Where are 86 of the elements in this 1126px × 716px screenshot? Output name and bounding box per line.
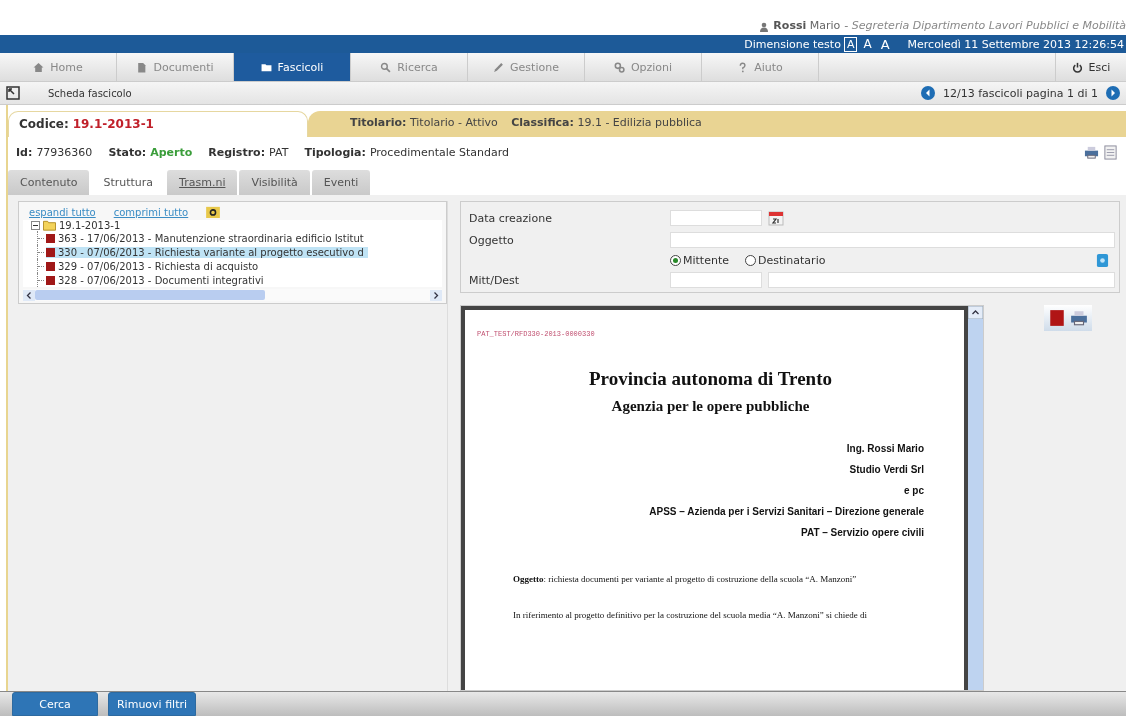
recipient-line: PAT – Servizio opere civili — [801, 527, 924, 538]
action-button[interactable]: Rimuovi filtri — [108, 692, 196, 716]
home-icon — [33, 61, 45, 73]
window-icon[interactable] — [6, 86, 20, 100]
folder-icon — [260, 61, 272, 73]
next-icon[interactable] — [1106, 86, 1120, 100]
field-label: Mitt/Dest — [469, 273, 521, 287]
radio-option[interactable]: Destinatario — [745, 253, 826, 267]
titolario-label: Titolario: — [350, 116, 407, 129]
horizontal-scrollbar[interactable] — [23, 289, 442, 301]
tree-item[interactable]: 363 - 17/06/2013 - Manutenzione straordinaria edificio Istitut — [46, 232, 368, 244]
text-size-button[interactable]: A — [860, 36, 875, 52]
subject-field[interactable] — [670, 232, 1115, 248]
detail-label: Stato: — [108, 146, 147, 159]
document-title: Provincia autonoma di Trento — [588, 368, 833, 390]
code-value: 19.1-2013-1 — [72, 117, 154, 131]
folder-search-icon[interactable] — [206, 206, 221, 218]
recipient-line: e pc — [904, 485, 924, 496]
recipient-line: APSS – Azienda per i Servizi Sanitari – Direzione generale — [649, 506, 924, 517]
sender-code-field[interactable] — [670, 272, 762, 288]
pencil-icon — [493, 61, 505, 73]
scroll-up-icon[interactable] — [968, 306, 983, 319]
logout-button[interactable]: Esci — [1056, 53, 1126, 81]
scroll-right-icon[interactable] — [430, 289, 442, 301]
detail-label: Id: — [16, 146, 33, 159]
tree-item[interactable]: 329 - 07/06/2013 - Richiesta di acquisto — [46, 260, 263, 272]
power-icon — [1071, 61, 1083, 73]
text-size-label: Dimensione testo — [744, 37, 841, 51]
address-book-icon[interactable] — [1096, 252, 1109, 268]
menu-tab[interactable]: Aiuto — [702, 53, 819, 81]
tree-item[interactable]: 330 - 07/06/2013 - Richiesta variante al progetto esecutivo d — [46, 246, 368, 258]
gears-icon — [613, 61, 625, 73]
detail-value: PAT — [269, 146, 289, 159]
menu-tab[interactable]: Ricerca — [351, 53, 468, 81]
detail-value: 77936360 — [36, 146, 93, 159]
detail-value: Procedimentale Standard — [369, 146, 510, 159]
user-role: - Segreteria Dipartimento Lavori Pubblici e Mobilità — [844, 19, 1126, 32]
field-label: Oggetto — [469, 233, 515, 247]
tree-link[interactable]: espandi tutto — [29, 206, 96, 218]
document-subtitle: Agenzia per le opere pubbliche — [610, 398, 811, 415]
tree-link[interactable]: comprimi tutto — [113, 206, 189, 218]
user-name: Rossi Mario — [773, 19, 841, 32]
radio-option[interactable]: Mittente — [670, 253, 729, 267]
subject-paragraph: Oggetto: richiesta documenti per variante al progetto di costruzione della scuola “A. Manzoni” — [512, 574, 858, 584]
collapse-icon[interactable] — [31, 221, 40, 230]
field-label: Data creazione — [469, 211, 553, 225]
recipient-line: Ing. Rossi Mario — [846, 443, 924, 454]
titolario-value: Titolario - Attivo — [409, 116, 498, 129]
detail-value: Aperto — [150, 146, 193, 159]
tab[interactable]: Contenuto — [8, 170, 90, 195]
menu-tab[interactable]: Opzioni — [585, 53, 702, 81]
classifica-label: Classifica: — [511, 116, 574, 129]
calendar-icon[interactable] — [768, 210, 784, 226]
previous-icon[interactable] — [920, 86, 935, 100]
tree-item[interactable]: 328 - 07/06/2013 - Documenti integrativi — [46, 274, 268, 286]
tree-root-label: 19.1-2013-1 — [59, 220, 121, 231]
print-icon[interactable] — [1070, 309, 1088, 327]
scroll-left-icon[interactable] — [23, 289, 35, 301]
menu-tab[interactable]: Gestione — [468, 53, 585, 81]
pager-text: 12/13 fascicoli pagina 1 di 1 — [942, 86, 1098, 100]
menu-tab[interactable]: Fascicoli — [234, 53, 351, 81]
page-title: Scheda fascicolo — [48, 87, 132, 99]
datetime: Mercoledì 11 Settembre 2013 12:26:54 — [907, 37, 1124, 51]
vertical-scrollbar[interactable] — [968, 306, 983, 690]
body-paragraph: In riferimento al progetto definitivo per la costruzione del scuola media “A. Manzoni” si chiede di — [512, 610, 868, 620]
detail-label: Tipologia: — [304, 146, 366, 159]
sender-name-field[interactable] — [768, 272, 1115, 288]
classifica-value: 19.1 - Edilizia pubblica — [577, 116, 702, 129]
book-icon[interactable] — [1048, 309, 1066, 327]
text-size-button[interactable]: A — [843, 36, 858, 52]
detail-label: Registro: — [208, 146, 266, 159]
action-button[interactable]: Cerca — [12, 692, 98, 716]
question-icon — [737, 61, 749, 73]
search-icon — [380, 61, 392, 73]
tab[interactable]: Trasm.ni — [167, 170, 238, 195]
recipient-line: Studio Verdi Srl — [849, 464, 924, 475]
print-icon[interactable] — [1084, 145, 1099, 160]
tab[interactable]: Eventi — [311, 170, 371, 195]
tab[interactable]: Visibilità — [239, 170, 310, 195]
menu-tab[interactable]: Home — [0, 53, 117, 81]
date-field[interactable] — [670, 210, 762, 226]
code-label: Codice: — [19, 117, 69, 131]
text-size-button[interactable]: A — [877, 36, 893, 52]
document-icon[interactable] — [1103, 145, 1118, 160]
document-icon — [136, 61, 148, 73]
user-icon — [759, 22, 770, 32]
